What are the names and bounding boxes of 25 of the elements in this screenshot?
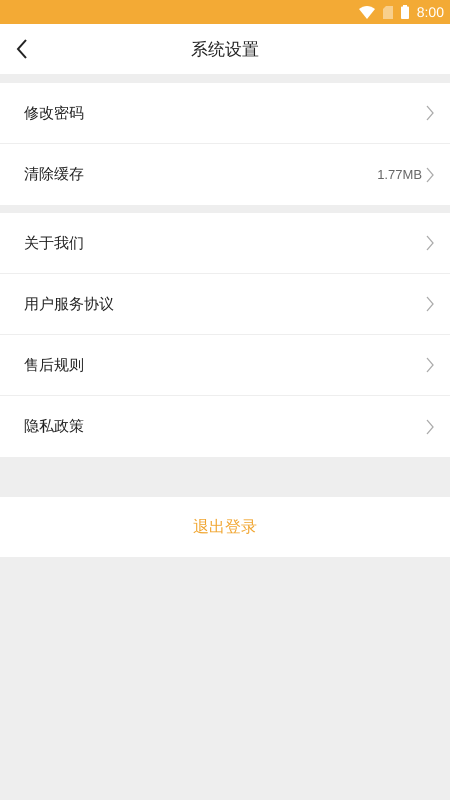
item-label: 清除缓存 — [24, 165, 85, 184]
settings-item[interactable]: 清除缓存 1.77MB — [0, 144, 450, 205]
item-label: 用户服务协议 — [24, 294, 115, 314]
chevron-icon — [426, 105, 434, 121]
chevron-icon — [426, 357, 434, 373]
settings-item[interactable]: 关于我们 — [0, 213, 450, 274]
settings-item[interactable]: 修改密码 — [0, 83, 450, 144]
wifi-icon — [358, 6, 375, 18]
page-title: 系统设置 — [191, 38, 259, 60]
status-time: 8:00 — [416, 4, 444, 20]
item-label: 关于我们 — [24, 234, 85, 252]
chevron-icon — [426, 296, 434, 312]
no-sim-icon — [382, 6, 393, 18]
chevron-icon — [426, 418, 434, 434]
item-value: 1.77MB — [377, 167, 422, 182]
battery-icon — [400, 5, 409, 19]
chevron-icon — [426, 166, 434, 182]
back-icon — [16, 39, 28, 59]
item-label: 售后规则 — [24, 356, 85, 374]
settings-item[interactable]: 售后规则 — [0, 335, 450, 396]
chevron-icon — [426, 235, 434, 251]
settings-item[interactable]: 隐私政策 — [0, 396, 450, 457]
settings-item[interactable]: 用户服务协议 — [0, 274, 450, 335]
item-label: 隐私政策 — [24, 417, 85, 436]
item-label: 修改密码 — [24, 104, 85, 122]
